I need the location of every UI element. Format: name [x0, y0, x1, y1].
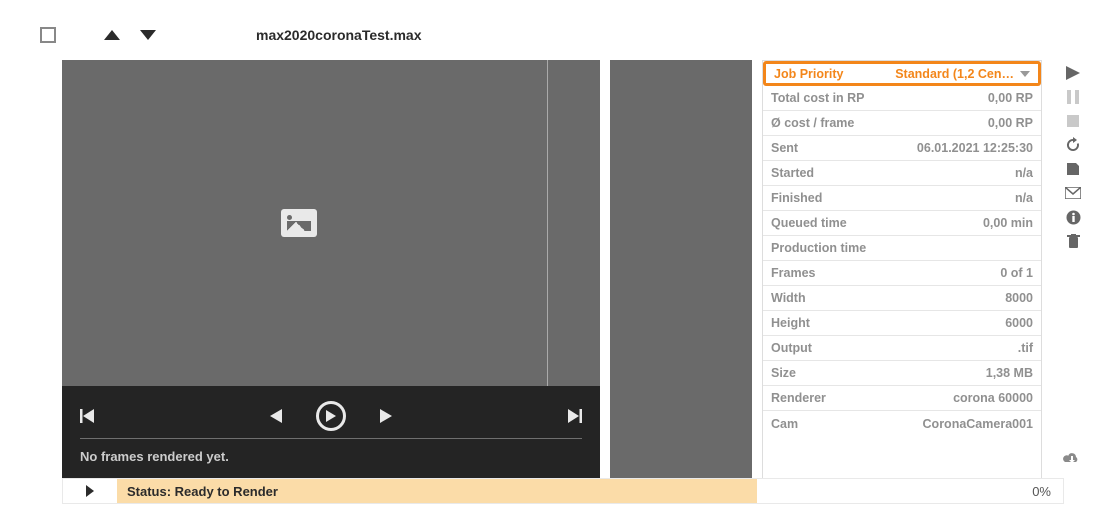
started-value: n/a: [1015, 166, 1033, 180]
move-down-button[interactable]: [140, 30, 156, 40]
frames-row: Frames 0 of 1: [763, 261, 1041, 286]
skip-start-icon[interactable]: [80, 409, 94, 423]
height-row: Height 6000: [763, 311, 1041, 336]
started-label: Started: [771, 166, 814, 180]
avg-cost-label: Ø cost / frame: [771, 116, 854, 130]
preview-canvas[interactable]: [62, 60, 600, 386]
width-label: Width: [771, 291, 806, 305]
production-label: Production time: [771, 241, 866, 255]
renderer-label: Renderer: [771, 391, 826, 405]
size-label: Size: [771, 366, 796, 380]
next-frame-icon[interactable]: [380, 409, 392, 423]
chevron-down-icon: [1020, 71, 1030, 77]
preview-column: No frames rendered yet.: [62, 60, 600, 481]
image-placeholder-icon: [281, 209, 317, 237]
status-progress: 0%: [757, 479, 1063, 503]
cloud-download-icon[interactable]: [1062, 451, 1080, 468]
priority-label: Job Priority: [774, 67, 843, 81]
priority-value: Standard (1,2 Cen…: [895, 67, 1014, 81]
width-value: 8000: [1005, 291, 1033, 305]
output-value: .tif: [1018, 341, 1033, 355]
height-value: 6000: [1005, 316, 1033, 330]
save-icon[interactable]: [1063, 160, 1083, 178]
info-icon[interactable]: [1063, 208, 1083, 226]
preview-status-text: No frames rendered yet.: [80, 449, 582, 464]
renderer-value: corona 60000: [953, 391, 1033, 405]
action-sidebar: [1062, 64, 1084, 250]
frames-label: Frames: [771, 266, 815, 280]
sent-value: 06.01.2021 12:25:30: [917, 141, 1033, 155]
output-row: Output .tif: [763, 336, 1041, 361]
sent-label: Sent: [771, 141, 798, 155]
cam-row: Cam CoronaCamera001: [763, 411, 1041, 436]
refresh-icon[interactable]: [1063, 136, 1083, 154]
pause-icon[interactable]: [1063, 88, 1083, 106]
total-cost-row: Total cost in RP 0,00 RP: [763, 86, 1041, 111]
total-cost-label: Total cost in RP: [771, 91, 865, 105]
height-label: Height: [771, 316, 810, 330]
playback-controls: No frames rendered yet.: [62, 386, 600, 481]
size-value: 1,38 MB: [986, 366, 1033, 380]
avg-cost-row: Ø cost / frame 0,00 RP: [763, 111, 1041, 136]
cam-value: CoronaCamera001: [923, 417, 1033, 431]
queued-row: Queued time 0,00 min: [763, 211, 1041, 236]
queued-label: Queued time: [771, 216, 847, 230]
playback-divider: [80, 438, 582, 439]
main-content: No frames rendered yet. Job Priority Sta…: [62, 60, 1086, 481]
thumbnail-panel[interactable]: [610, 60, 752, 481]
output-label: Output: [771, 341, 812, 355]
play-button[interactable]: [316, 401, 346, 431]
production-row: Production time: [763, 236, 1041, 261]
file-title: max2020coronaTest.max: [256, 27, 422, 43]
started-row: Started n/a: [763, 161, 1041, 186]
renderer-row: Renderer corona 60000: [763, 386, 1041, 411]
sent-row: Sent 06.01.2021 12:25:30: [763, 136, 1041, 161]
status-text: Status: Ready to Render: [117, 479, 757, 503]
start-icon[interactable]: [1063, 64, 1083, 82]
stop-icon[interactable]: [1063, 112, 1083, 130]
frames-value: 0 of 1: [1000, 266, 1033, 280]
job-header: max2020coronaTest.max: [40, 20, 1086, 50]
properties-panel: Job Priority Standard (1,2 Cen… Total co…: [762, 60, 1042, 481]
status-bar: Status: Ready to Render 0%: [62, 478, 1064, 504]
expand-status-button[interactable]: [63, 479, 117, 503]
skip-end-icon[interactable]: [568, 409, 582, 423]
mail-icon[interactable]: [1063, 184, 1083, 202]
queued-value: 0,00 min: [983, 216, 1033, 230]
priority-dropdown[interactable]: Job Priority Standard (1,2 Cen…: [763, 61, 1041, 86]
avg-cost-value: 0,00 RP: [988, 116, 1033, 130]
select-checkbox[interactable]: [40, 27, 56, 43]
move-up-button[interactable]: [104, 30, 120, 40]
finished-row: Finished n/a: [763, 186, 1041, 211]
finished-value: n/a: [1015, 191, 1033, 205]
prev-frame-icon[interactable]: [270, 409, 282, 423]
trash-icon[interactable]: [1063, 232, 1083, 250]
width-row: Width 8000: [763, 286, 1041, 311]
finished-label: Finished: [771, 191, 822, 205]
total-cost-value: 0,00 RP: [988, 91, 1033, 105]
preview-divider: [547, 60, 548, 386]
cam-label: Cam: [771, 417, 798, 431]
size-row: Size 1,38 MB: [763, 361, 1041, 386]
